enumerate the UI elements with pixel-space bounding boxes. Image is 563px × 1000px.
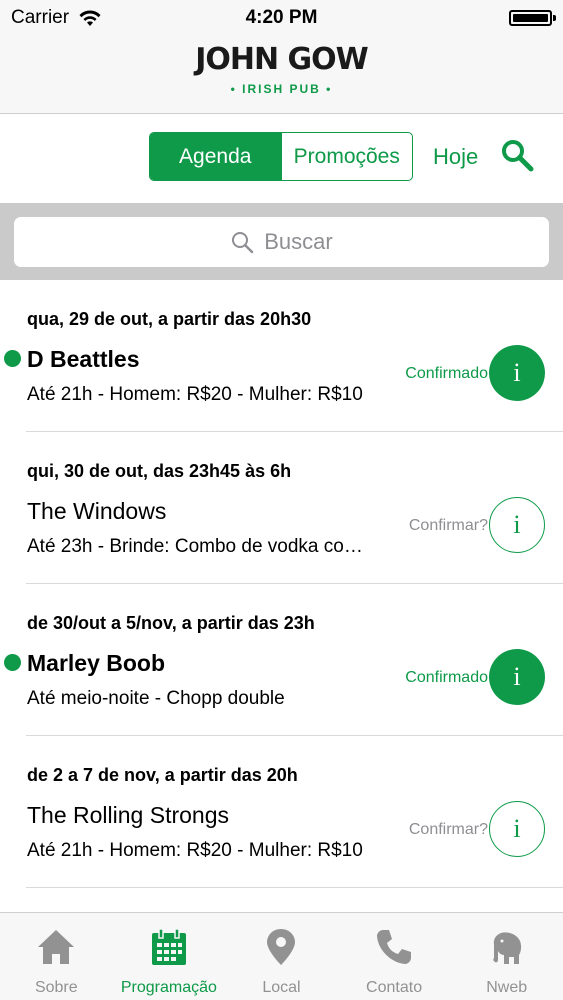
event-row[interactable]: de 30/out a 5/nov, a partir das 23h Marl… xyxy=(4,584,563,736)
toolbar: Agenda Promoções Hoje xyxy=(0,115,563,203)
clock: 4:20 PM xyxy=(245,7,318,28)
today-button[interactable]: Hoje xyxy=(433,144,478,170)
event-title: Marley Boob xyxy=(27,650,166,676)
tab-label: Local xyxy=(262,979,301,996)
event-row[interactable]: de 2 a 7 de nov, a partir das 20h The Ro… xyxy=(26,736,563,888)
event-details: Até meio-noite - Chopp double xyxy=(27,688,285,709)
event-row[interactable]: qua, 29 de out, a partir das 20h30 D Bea… xyxy=(4,280,563,432)
tab-label: Programação xyxy=(120,979,217,996)
confirm-button[interactable]: Confirmar? xyxy=(409,821,488,839)
info-icon[interactable]: i xyxy=(489,497,545,553)
confirmed-dot xyxy=(4,350,21,367)
event-row[interactable]: qui, 30 de out, das 23h45 às 6h The Wind… xyxy=(26,432,563,584)
event-date: qua, 29 de out, a partir das 20h30 xyxy=(27,309,312,329)
tab-sobre[interactable]: Sobre xyxy=(0,913,113,1000)
map-pin-icon xyxy=(267,929,296,965)
elephant-icon xyxy=(493,932,521,964)
event-list: qua, 29 de out, a partir das 20h30 D Bea… xyxy=(0,280,563,888)
battery-icon xyxy=(509,10,556,26)
info-icon[interactable]: i xyxy=(489,345,545,401)
tab-label: Nweb xyxy=(486,979,528,996)
tab-local[interactable]: Local xyxy=(225,913,338,1000)
tab-label: Contato xyxy=(366,979,423,996)
calendar-icon xyxy=(151,928,186,965)
segment-agenda[interactable]: Agenda xyxy=(150,133,281,180)
segmented-control: Agenda Promoções xyxy=(149,132,413,181)
event-title: D Beattles xyxy=(27,346,140,372)
confirmation-status[interactable]: Confirmado xyxy=(405,669,488,687)
confirmed-dot xyxy=(4,654,21,671)
event-title: The Windows xyxy=(27,498,167,524)
search-input[interactable]: Buscar xyxy=(14,217,549,267)
event-details: Até 23h - Brinde: Combo de vodka com ene… xyxy=(27,536,377,557)
info-icon[interactable]: i xyxy=(489,801,545,857)
tab-contato[interactable]: Contato xyxy=(338,913,451,1000)
info-icon[interactable]: i xyxy=(489,649,545,705)
search-bar-area: Buscar xyxy=(0,203,563,280)
event-date: de 2 a 7 de nov, a partir das 20h xyxy=(27,765,298,785)
phone-icon xyxy=(377,930,412,964)
event-date: qui, 30 de out, das 23h45 às 6h xyxy=(27,461,292,481)
status-bar: Carrier 4:20 PM xyxy=(0,0,563,36)
event-details: Até 21h - Homem: R$20 - Mulher: R$10 xyxy=(27,840,363,861)
event-details: Até 21h - Homem: R$20 - Mulher: R$10 xyxy=(27,384,363,405)
home-icon xyxy=(38,930,75,964)
tab-programacao[interactable]: Programação xyxy=(113,913,226,1000)
segment-promocoes[interactable]: Promoções xyxy=(280,133,413,180)
logo-title: JOHN GOW xyxy=(195,42,369,77)
event-title: The Rolling Strongs xyxy=(27,802,229,828)
logo-subtitle: • IRISH PUB • xyxy=(230,82,333,96)
confirm-button[interactable]: Confirmar? xyxy=(409,517,488,535)
magnifier-icon xyxy=(232,232,254,254)
search-placeholder: Buscar xyxy=(264,229,333,254)
tab-bar: Sobre Programação Local Contato Nweb xyxy=(0,912,563,1000)
event-date: de 30/out a 5/nov, a partir das 23h xyxy=(27,613,315,633)
nav-header: JOHN GOW • IRISH PUB • xyxy=(0,36,563,114)
confirmation-status[interactable]: Confirmado xyxy=(405,365,488,383)
tab-nweb[interactable]: Nweb xyxy=(450,913,563,1000)
search-icon[interactable] xyxy=(500,138,536,174)
tab-label: Sobre xyxy=(34,979,78,996)
